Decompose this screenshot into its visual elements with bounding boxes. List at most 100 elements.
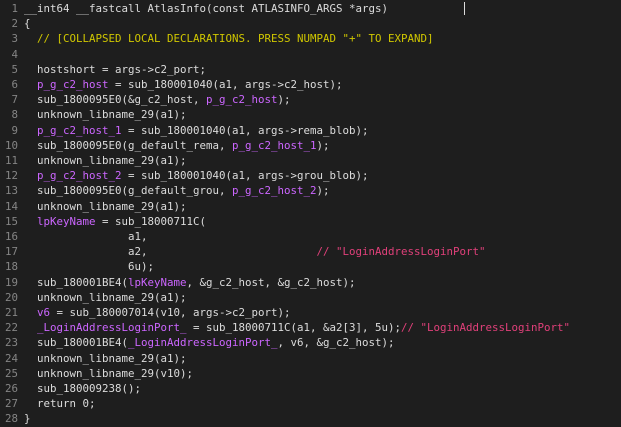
code-token[interactable]: p_g_c2_host_1 [232,139,317,152]
code-token[interactable]: p_g_c2_host [24,78,109,91]
code-token: } [24,412,31,426]
line-number: 5 [11,62,18,76]
code-line[interactable]: 27 return 0; [0,396,96,411]
code-line[interactable]: 19 sub_180001BE4(lpKeyName, &g_c2_host, … [0,275,356,290]
code-token: = sub_180001040(a1, args->rema_blob); [121,123,369,137]
code-token[interactable]: v6 [24,306,50,319]
line-number: 23 [4,336,18,350]
code-token[interactable]: _LoginAddressLoginPort_ [24,321,187,334]
code-line[interactable]: 8 unknown_libname_29(a1); [0,107,187,122]
code-line[interactable]: 15 lpKeyName = sub_18000711C( [0,214,206,229]
code-line[interactable]: 21 v6 = sub_180007014(v10, args->c2_port… [0,305,291,320]
code-token: = sub_180001040(a1, args->grou_blob); [121,169,369,183]
code-line[interactable]: 14 unknown_libname_29(a1); [0,199,187,214]
code-token: unknown_libname_29(a1); [24,199,187,213]
code-line[interactable]: 5 hostshort = args->c2_port; [0,62,206,77]
code-token: 6u); [24,260,155,274]
code-comment: // "LoginAddressLoginPort" [147,245,486,259]
code-line[interactable]: 16 a1, [0,229,148,244]
line-number: 14 [4,199,18,213]
code-comment: // [COLLAPSED LOCAL DECLARATIONS. PRESS … [24,32,434,46]
code-token: unknown_libname_29(a1); [24,351,187,365]
code-token: __int64 __fastcall AtlasInfo(const ATLAS… [24,2,389,15]
line-number: 15 [4,214,18,228]
code-token[interactable]: p_g_c2_host_2 [232,184,317,197]
code-token: sub_180009238(); [24,382,142,395]
code-line[interactable]: 3 // [COLLAPSED LOCAL DECLARATIONS. PRES… [0,31,434,46]
code-token: sub_1800095E0(&g_c2_host, [24,93,207,107]
line-number: 22 [4,321,18,335]
line-number: 6 [11,78,18,91]
code-line[interactable]: 7 sub_1800095E0(&g_c2_host, p_g_c2_host)… [0,92,291,107]
code-token: sub_180001BE4( [24,275,129,289]
code-line[interactable]: 9 p_g_c2_host_1 = sub_180001040(a1, args… [0,123,369,138]
line-number: 25 [4,366,18,380]
line-number: 17 [4,245,18,259]
code-token: ); [316,138,330,152]
code-token: , &g_c2_host, &g_c2_host); [186,275,356,289]
code-line[interactable]: 10 sub_1800095E0(g_default_rema, p_g_c2_… [0,138,330,153]
code-token: sub_1800095E0(g_default_rema, [24,138,233,152]
code-token: { [24,17,31,31]
code-line[interactable]: 24 unknown_libname_29(a1); [0,351,187,366]
code-line[interactable]: 22 _LoginAddressLoginPort_ = sub_1800071… [0,320,570,335]
code-token: ); [277,93,291,107]
pseudocode-editor[interactable]: 1 __int64 __fastcall AtlasInfo(const ATLA… [0,0,621,426]
code-line[interactable]: 13 sub_1800095E0(g_default_grou, p_g_c2_… [0,183,330,198]
code-token[interactable]: p_g_c2_host_1 [24,124,122,137]
line-number: 24 [4,351,18,365]
code-line[interactable]: 26 sub_180009238(); [0,381,141,396]
code-line[interactable]: 6 p_g_c2_host = sub_180001040(a1, args->… [0,77,343,92]
text-caret [464,2,465,15]
code-token[interactable]: lpKeyName [24,215,96,228]
code-token: unknown_libname_29(a1); [24,108,187,122]
code-token[interactable]: lpKeyName [128,276,187,289]
line-number: 11 [4,154,18,167]
code-line[interactable]: 25 unknown_libname_29(v10); [0,366,193,381]
code-line[interactable]: 20 unknown_libname_29(a1); [0,290,187,305]
code-token: unknown_libname_29(v10); [24,366,194,380]
code-token: sub_1800095E0(g_default_grou, [24,184,233,198]
code-line[interactable]: 23 sub_180001BE4(_LoginAddressLoginPort_… [0,335,395,350]
line-number: 16 [4,230,18,243]
line-number: 26 [4,382,18,395]
code-token: = sub_180007014(v10, args->c2_port); [50,306,291,319]
code-line[interactable]: 4 [0,47,24,62]
line-number: 3 [11,32,18,46]
code-line[interactable]: 1 __int64 __fastcall AtlasInfo(const ATLA… [0,1,388,16]
code-token: sub_180001BE4( [24,336,129,350]
code-line[interactable]: 17 a2, // "LoginAddressLoginPort" [0,244,486,259]
code-token: a1, [24,230,148,243]
line-number: 4 [11,47,18,61]
code-line[interactable]: 18 6u); [0,259,154,274]
line-number: 20 [4,290,18,304]
code-line[interactable]: 28} [0,411,31,426]
code-token: , v6, &g_c2_host); [277,336,395,350]
code-token: = sub_18000711C( [95,214,207,228]
code-token: ); [316,184,330,198]
line-number: 21 [4,306,18,319]
line-number: 7 [11,93,18,107]
code-token[interactable]: p_g_c2_host [206,93,278,106]
code-token[interactable]: _LoginAddressLoginPort_ [128,336,278,349]
line-number: 9 [11,123,18,137]
code-token[interactable]: p_g_c2_host_2 [24,169,122,182]
code-token: = sub_180001040(a1, args->c2_host); [108,78,343,91]
line-number: 12 [4,169,18,183]
line-number: 10 [4,138,18,152]
code-line[interactable]: 2{ [0,16,31,31]
line-number: 28 [4,412,18,426]
code-line[interactable]: 12 p_g_c2_host_2 = sub_180001040(a1, arg… [0,168,369,183]
code-comment: // "LoginAddressLoginPort" [401,321,571,335]
line-number: 27 [4,397,18,411]
code-token: return 0; [24,397,96,411]
line-number: 18 [4,260,18,274]
code-token: a2, [24,245,148,259]
line-number: 2 [11,17,18,31]
code-token: hostshort = args->c2_port; [24,62,207,76]
code-line[interactable]: 11 unknown_libname_29(a1); [0,153,187,168]
code-token: unknown_libname_29(a1); [24,290,187,304]
line-number: 19 [4,275,18,289]
line-number: 8 [11,108,18,122]
line-number: 13 [4,184,18,198]
